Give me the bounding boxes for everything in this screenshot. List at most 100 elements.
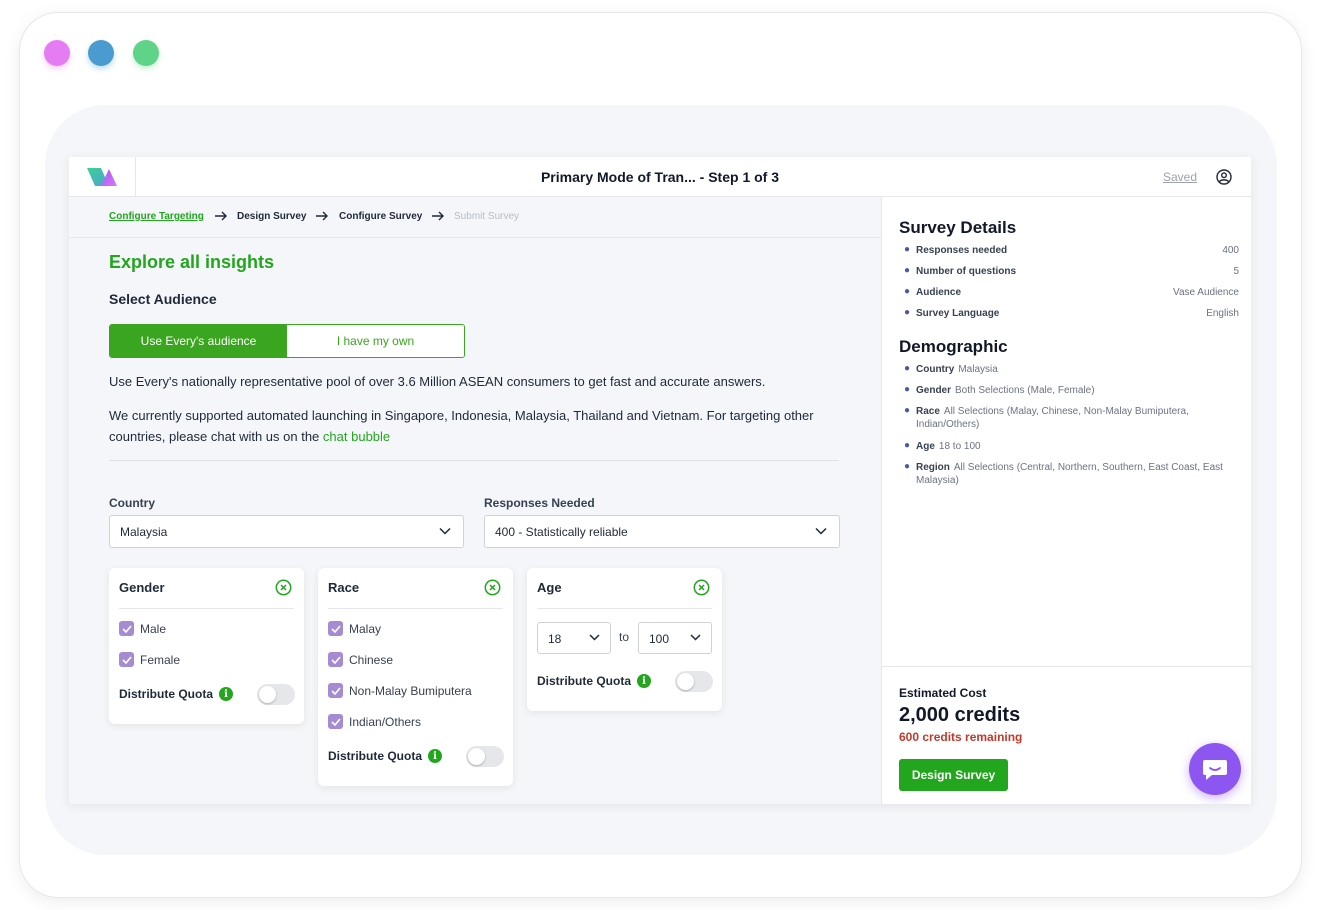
checkbox-checked[interactable] xyxy=(119,652,134,667)
chevron-down-icon xyxy=(439,527,451,535)
age-from-value: 18 xyxy=(548,632,562,646)
detail-value: 5 xyxy=(1233,266,1239,277)
window-dot-blue xyxy=(88,40,114,66)
main-panel: Configure Targeting Design Survey Config… xyxy=(69,197,881,804)
section-heading: Explore all insights xyxy=(109,252,275,272)
detail-row: ● Survey Language English xyxy=(904,307,1239,319)
info-icon[interactable]: i xyxy=(637,674,652,688)
window-dot-pink xyxy=(44,40,70,66)
cost-divider xyxy=(882,666,1251,667)
design-survey-button[interactable]: Design Survey xyxy=(899,759,1008,791)
detail-key: Responses needed xyxy=(916,245,1008,256)
browser-window: Primary Mode of Tran... - Step 1 of 3 Sa… xyxy=(20,13,1301,897)
note-body: We currently supported automated launchi… xyxy=(109,408,814,444)
estimated-cost-label: Estimated Cost xyxy=(899,686,987,700)
responses-value: 400 - Statistically reliable xyxy=(495,525,628,539)
demographic-row: ● Race All Selections (Malay, Chinese, Non… xyxy=(904,405,1189,430)
select-audience-heading: Select Audience xyxy=(109,291,217,307)
check-icon xyxy=(330,717,341,726)
demographic-key: Region xyxy=(916,462,950,473)
tab-have-own-audience[interactable]: I have my own xyxy=(287,325,464,357)
close-circle-icon[interactable] xyxy=(693,579,710,596)
option-label: Male xyxy=(140,621,167,636)
user-icon[interactable] xyxy=(1216,169,1232,185)
age-to-value: 100 xyxy=(649,632,670,646)
option-label: Non-Malay Bumiputera xyxy=(349,683,472,698)
credits-remaining: 600 credits remaining xyxy=(899,730,1023,744)
demographic-row: ● Age 18 to 100 xyxy=(904,440,981,452)
age-to-select[interactable]: 100 xyxy=(638,622,712,654)
race-option-indian-others[interactable]: Indian/Others xyxy=(328,714,421,729)
survey-details-title: Survey Details xyxy=(899,218,1017,237)
age-quota-toggle[interactable] xyxy=(675,671,713,692)
age-title: Age xyxy=(537,580,562,595)
gender-card: Gender Male Female Distribute Quota i xyxy=(109,568,304,724)
demographic-row: ● Country Malaysia xyxy=(904,363,998,375)
demographic-row: ● Region All Selections (Central, Northern… xyxy=(904,461,1223,486)
check-icon xyxy=(121,624,132,633)
close-circle-icon[interactable] xyxy=(484,579,501,596)
chat-bubble-link[interactable]: chat bubble xyxy=(323,429,390,444)
step-design-survey[interactable]: Design Survey xyxy=(237,211,306,222)
detail-row: ● Responses needed 400 xyxy=(904,244,1239,256)
detail-key: Audience xyxy=(916,287,962,298)
checkbox-checked[interactable] xyxy=(119,621,134,636)
estimated-cost-value: 2,000 credits xyxy=(899,704,1021,726)
tab-use-every-audience[interactable]: Use Every's audience xyxy=(110,325,287,357)
detail-row: ● Audience Vase Audience xyxy=(904,286,1239,298)
responses-select[interactable]: 400 - Statistically reliable xyxy=(484,515,840,548)
race-option-non-malay-bumiputera[interactable]: Non-Malay Bumiputera xyxy=(328,683,472,698)
country-select[interactable]: Malaysia xyxy=(109,515,464,548)
arrow-right-icon xyxy=(432,211,444,221)
stage-background: Primary Mode of Tran... - Step 1 of 3 Sa… xyxy=(45,105,1277,855)
option-label: Malay xyxy=(349,621,382,636)
step-configure-survey[interactable]: Configure Survey xyxy=(339,211,422,222)
demographic-value: All Selections (Central, Northern, South… xyxy=(916,462,1223,486)
age-from-select[interactable]: 18 xyxy=(537,622,611,654)
step-configure-targeting[interactable]: Configure Targeting xyxy=(109,211,204,222)
demographic-key: Race xyxy=(916,406,940,417)
audience-toggle: Use Every's audience I have my own xyxy=(109,324,465,358)
detail-key: Number of questions xyxy=(916,266,1017,277)
demographic-title: Demographic xyxy=(899,337,1008,356)
info-icon[interactable]: i xyxy=(219,687,234,701)
checkbox-checked[interactable] xyxy=(328,714,343,729)
gender-quota-label: Distribute Quota i xyxy=(119,687,234,701)
option-label: Indian/Others xyxy=(349,714,422,729)
detail-key: Survey Language xyxy=(916,308,1000,319)
gender-option-female[interactable]: Female xyxy=(119,652,180,667)
detail-value: Vase Audience xyxy=(1173,287,1239,298)
card-divider xyxy=(537,608,712,609)
close-circle-icon[interactable] xyxy=(275,579,292,596)
check-icon xyxy=(330,686,341,695)
info-icon[interactable]: i xyxy=(428,749,443,763)
option-label: Chinese xyxy=(349,652,394,667)
option-label: Female xyxy=(140,652,181,667)
checkbox-checked[interactable] xyxy=(328,683,343,698)
note-text: We currently supported automated launchi… xyxy=(109,405,849,447)
intro-text: Use Every's nationally representative po… xyxy=(109,374,766,389)
gender-option-male[interactable]: Male xyxy=(119,621,166,636)
detail-row: ● Number of questions 5 xyxy=(904,265,1239,277)
survey-details-sidebar: Survey Details ● Responses needed 400 ● Num… xyxy=(881,197,1251,804)
quota-text: Distribute Quota xyxy=(537,674,632,688)
card-divider xyxy=(328,608,503,609)
gender-title: Gender xyxy=(119,580,165,595)
demographic-value: Both Selections (Male, Female) xyxy=(955,385,1095,396)
demographic-row: ● Gender Both Selections (Male, Female) xyxy=(904,384,1095,396)
checkbox-checked[interactable] xyxy=(328,652,343,667)
gender-quota-toggle[interactable] xyxy=(257,684,295,705)
checkbox-checked[interactable] xyxy=(328,621,343,636)
quota-text: Distribute Quota xyxy=(119,687,214,701)
race-option-chinese[interactable]: Chinese xyxy=(328,652,393,667)
top-bar: Primary Mode of Tran... - Step 1 of 3 Sa… xyxy=(69,157,1251,197)
saved-link[interactable]: Saved xyxy=(1163,170,1197,184)
demographic-key: Age xyxy=(916,441,935,452)
race-quota-toggle[interactable] xyxy=(466,746,504,767)
responses-label: Responses Needed xyxy=(484,496,595,510)
check-icon xyxy=(330,624,341,633)
country-label: Country xyxy=(109,496,155,510)
race-option-malay[interactable]: Malay xyxy=(328,621,381,636)
chat-bubble-button[interactable] xyxy=(1189,743,1241,795)
check-icon xyxy=(330,655,341,664)
